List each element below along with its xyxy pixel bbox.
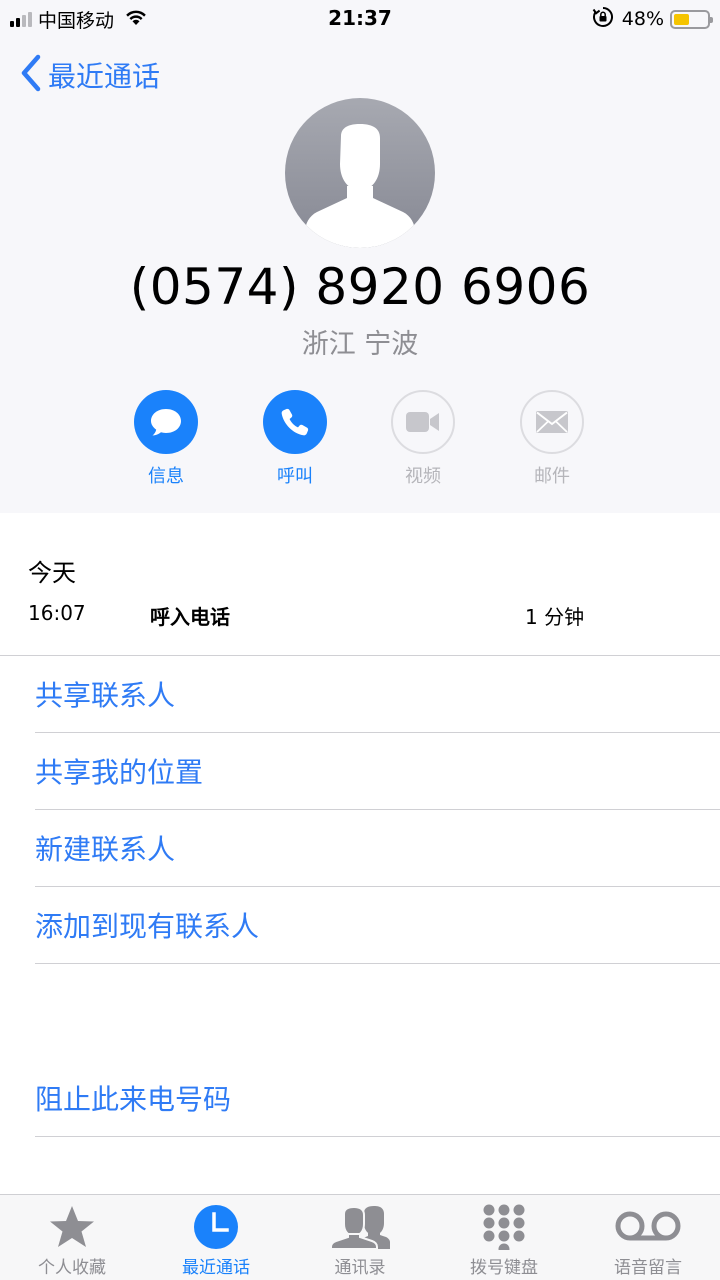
tab-favorites[interactable]: 个人收藏 [0, 1195, 144, 1280]
star-icon [50, 1206, 94, 1247]
message-label: 信息 [148, 466, 184, 487]
call-duration: 1 分钟 [525, 605, 585, 629]
video-label: 视频 [405, 466, 441, 487]
call-button[interactable]: 呼叫 [240, 390, 350, 488]
call-label: 呼叫 [277, 466, 313, 487]
share-contact-label: 共享联系人 [35, 679, 176, 712]
mail-label: 邮件 [534, 466, 570, 487]
status-bar: 中国移动 21:37 48% [0, 0, 720, 40]
tab-recents-label: 最近通话 [182, 1258, 250, 1278]
message-icon [151, 409, 181, 436]
new-contact-label: 新建联系人 [35, 833, 176, 866]
status-right: 48% [592, 6, 713, 32]
tab-bar: 个人收藏 最近通话 通讯录 拨号键盘 语音留言 [0, 1194, 720, 1280]
share-location-option[interactable]: 共享我的位置 [35, 733, 720, 810]
tab-contacts-label: 通讯录 [334, 1258, 386, 1278]
tab-contacts[interactable]: 通讯录 [288, 1195, 432, 1280]
back-button[interactable]: 最近通话 [20, 54, 160, 96]
phone-icon [281, 408, 309, 436]
phone-number: (0574) 8920 6906 [129, 258, 591, 316]
location-label: 浙江 宁波 [301, 329, 419, 360]
share-location-label: 共享我的位置 [35, 756, 204, 789]
battery-percent: 48% [621, 8, 664, 30]
battery-fill [674, 13, 690, 25]
call-history: 今天 16:07 呼入电话 1 分钟 [0, 513, 720, 656]
rotation-lock-icon [592, 6, 614, 32]
chevron-left-icon [20, 54, 42, 96]
new-contact-option[interactable]: 新建联系人 [35, 810, 720, 887]
tab-keypad-label: 拨号键盘 [470, 1258, 538, 1278]
share-contact-option[interactable]: 共享联系人 [35, 656, 720, 733]
call-history-day: 今天 [28, 559, 76, 587]
clock-icon [194, 1205, 238, 1249]
contacts-icon [330, 1205, 390, 1249]
video-button[interactable]: 视频 [368, 390, 478, 488]
contact-header: 最近通话 (0574) 8920 6906 浙江 宁波 信息 呼叫 视频 邮件 [0, 40, 720, 513]
block-caller-option[interactable]: 阻止此来电号码 [35, 1060, 720, 1137]
voicemail-icon [615, 1211, 681, 1241]
tab-recents[interactable]: 最近通话 [144, 1195, 288, 1280]
call-time: 16:07 [28, 601, 86, 625]
person-silhouette-icon [305, 124, 415, 248]
keypad-icon [483, 1204, 525, 1250]
mail-icon [536, 411, 568, 433]
battery-icon [670, 9, 713, 29]
tab-voicemail-label: 语音留言 [614, 1258, 682, 1278]
tab-keypad[interactable]: 拨号键盘 [432, 1195, 576, 1280]
tab-favorites-label: 个人收藏 [38, 1258, 106, 1278]
block-caller-label: 阻止此来电号码 [35, 1083, 232, 1116]
tab-voicemail[interactable]: 语音留言 [576, 1195, 720, 1280]
add-to-existing-contact-option[interactable]: 添加到现有联系人 [35, 887, 720, 964]
call-type: 呼入电话 [150, 605, 230, 629]
video-icon [406, 412, 439, 432]
add-to-existing-contact-label: 添加到现有联系人 [35, 910, 260, 943]
back-label: 最近通话 [48, 60, 161, 93]
avatar [285, 98, 435, 248]
mail-button[interactable]: 邮件 [497, 390, 607, 488]
message-button[interactable]: 信息 [111, 390, 221, 488]
